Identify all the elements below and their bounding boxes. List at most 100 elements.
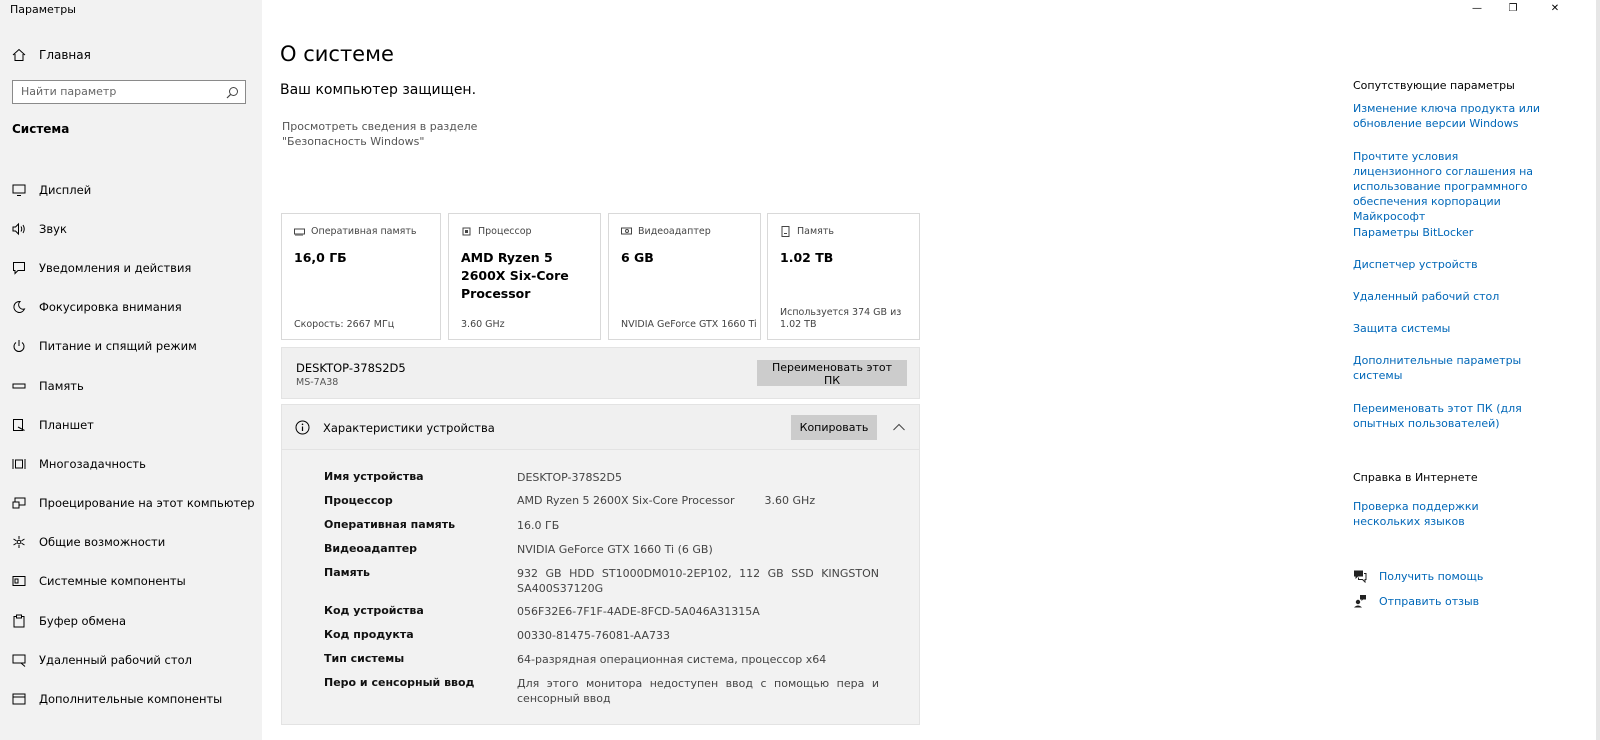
sidebar-item-label: Общие возможности <box>39 535 166 550</box>
spec-value-group: AMD Ryzen 5 2600X Six-Core Processor 3.6… <box>517 494 879 507</box>
sidebar-item-sound[interactable]: Звук <box>12 209 255 248</box>
link-remote-desktop[interactable]: Удаленный рабочий стол <box>1353 289 1543 304</box>
card-header: Видеоадаптер <box>621 226 711 237</box>
sidebar-item-label: Многозадачность <box>39 456 146 471</box>
sidebar-item-label: Проецирование на этот компьютер <box>39 496 255 511</box>
ram-card: Оперативная память 16,0 ГБ Скорость: 266… <box>281 213 441 340</box>
sidebar-item-label: Питание и спящий режим <box>39 339 197 354</box>
spec-label: Оперативная память <box>324 518 456 531</box>
nav-list: Дисплей Звук Уведомления и действия Фоку… <box>12 170 255 719</box>
section-title: Система <box>12 122 70 136</box>
sidebar-item-components[interactable]: Системные компоненты <box>12 562 255 601</box>
close-button[interactable]: ✕ <box>1540 0 1570 16</box>
card-label: Оперативная память <box>311 226 417 237</box>
sidebar-item-power[interactable]: Питание и спящий режим <box>12 327 255 366</box>
card-footer: Скорость: 2667 МГц <box>294 319 395 330</box>
disk-icon <box>781 226 790 237</box>
security-link[interactable]: Просмотреть сведения в разделе "Безопасн… <box>282 119 552 149</box>
sidebar-item-remote[interactable]: Удаленный рабочий стол <box>12 640 255 679</box>
sidebar-item-display[interactable]: Дисплей <box>12 170 255 209</box>
sidebar-item-notifications[interactable]: Уведомления и действия <box>12 248 255 287</box>
spec-row: Перо и сенсорный ввод Для этого монитора… <box>324 676 879 706</box>
components-icon <box>12 574 26 588</box>
spec-value-secondary: 3.60 GHz <box>764 494 816 507</box>
device-specs: Имя устройства DESKTOP-378S2D5 Процессор… <box>281 450 920 725</box>
minimize-button[interactable]: — <box>1462 0 1492 16</box>
scrollbar[interactable] <box>1596 0 1600 740</box>
sidebar-item-label: Фокусировка внимания <box>39 300 182 315</box>
sidebar-item-label: Дисплей <box>39 182 92 197</box>
sidebar-item-projecting[interactable]: Проецирование на этот компьютер <box>12 484 255 523</box>
sidebar-item-focus[interactable]: Фокусировка внимания <box>12 288 255 327</box>
rename-pc-button[interactable]: Переименовать этот ПК <box>757 360 907 387</box>
protection-heading: Ваш компьютер защищен. <box>280 82 477 98</box>
sidebar-item-shared[interactable]: Общие возможности <box>12 523 255 562</box>
get-help-label: Получить помощь <box>1379 569 1484 583</box>
spec-value: 64-разрядная операционная система, проце… <box>517 653 827 666</box>
search-icon[interactable] <box>226 86 239 99</box>
minimize-icon: — <box>1472 2 1482 14</box>
card-footer: NVIDIA GeForce GTX 1660 Ti <box>621 319 757 330</box>
spec-label: Тип системы <box>324 652 405 665</box>
search-input[interactable] <box>21 85 221 98</box>
spec-label: Перо и сенсорный ввод <box>324 676 475 689</box>
sidebar-item-label: Планшет <box>39 417 94 432</box>
spec-value: 056F32E6-7F1F-4ADE-8FCD-5A046A31315A <box>517 605 760 618</box>
chevron-up-icon[interactable] <box>892 421 906 433</box>
link-language-support[interactable]: Проверка поддержки нескольких языков <box>1353 499 1543 529</box>
sidebar-item-storage[interactable]: Память <box>12 366 255 405</box>
power-icon <box>12 339 26 353</box>
get-help-link[interactable]: Получить помощь <box>1353 569 1483 583</box>
spec-row: Память 932 GB HDD ST1000DM010-2EP102, 11… <box>324 566 879 596</box>
tablet-icon <box>12 418 26 432</box>
spec-value: 00330-81475-76081-AA733 <box>517 629 670 642</box>
spec-row: Видеоадаптер NVIDIA GeForce GTX 1660 Ti … <box>324 542 879 557</box>
link-system-protection[interactable]: Защита системы <box>1353 321 1543 336</box>
storage-icon <box>12 379 26 393</box>
spec-value: 932 GB HDD ST1000DM010-2EP102, 112 GB SS… <box>517 567 879 595</box>
feedback-label: Отправить отзыв <box>1379 594 1480 608</box>
shared-icon <box>12 535 26 549</box>
ram-icon <box>294 228 305 236</box>
notification-icon <box>12 261 26 275</box>
feedback-link[interactable]: Отправить отзыв <box>1353 594 1479 608</box>
spec-row: Имя устройства DESKTOP-378S2D5 <box>324 470 879 485</box>
online-help-title: Справка в Интернете <box>1353 471 1478 484</box>
gpu-card: Видеоадаптер 6 GB NVIDIA GeForce GTX 166… <box>608 213 761 340</box>
spec-label: Память <box>324 566 371 579</box>
copy-button[interactable]: Копировать <box>791 415 877 440</box>
device-specs-header[interactable]: Характеристики устройства Копировать <box>281 404 920 450</box>
link-product-key[interactable]: Изменение ключа продукта или обновление … <box>1353 101 1543 131</box>
sidebar-item-optional[interactable]: Дополнительные компоненты <box>12 679 255 718</box>
spec-label: Код продукта <box>324 628 414 641</box>
sidebar-item-multitasking[interactable]: Многозадачность <box>12 444 255 483</box>
sidebar: Параметры Главная Система Дисплей Звук У… <box>0 0 262 740</box>
card-label: Видеоадаптер <box>638 226 711 237</box>
link-bitlocker[interactable]: Параметры BitLocker <box>1353 225 1543 240</box>
link-rename-advanced[interactable]: Переименовать этот ПК (для опытных польз… <box>1353 401 1543 431</box>
related-settings-title: Сопутствующие параметры <box>1353 79 1515 92</box>
spec-value: 16.0 ГБ <box>517 519 560 532</box>
card-value: 1.02 TB <box>780 250 834 265</box>
home-icon <box>12 48 26 62</box>
link-device-manager[interactable]: Диспетчер устройств <box>1353 257 1543 272</box>
sidebar-item-clipboard[interactable]: Буфер обмена <box>12 601 255 640</box>
optional-icon <box>12 692 26 706</box>
card-footer: 3.60 GHz <box>461 319 505 330</box>
spec-label: Видеоадаптер <box>324 542 418 555</box>
card-header: Процессор <box>461 226 532 237</box>
sidebar-item-tablet[interactable]: Планшет <box>12 405 255 444</box>
search-box[interactable] <box>12 80 246 104</box>
link-license-terms[interactable]: Прочтите условия лицензионного соглашени… <box>1353 149 1543 224</box>
cpu-card: Процессор AMD Ryzen 5 2600X Six-Core Pro… <box>448 213 601 340</box>
storage-card: Память 1.02 TB Используется 374 GB из 1.… <box>767 213 920 340</box>
clipboard-icon <box>12 614 26 628</box>
card-header: Память <box>780 226 834 237</box>
sidebar-home[interactable]: Главная <box>12 46 91 64</box>
app-title: Параметры <box>10 3 76 16</box>
spec-value: Для этого монитора недоступен ввод с пом… <box>517 677 879 705</box>
restore-button[interactable]: ❐ <box>1498 0 1528 16</box>
link-advanced-settings[interactable]: Дополнительные параметры системы <box>1353 353 1543 383</box>
spec-label: Код устройства <box>324 604 424 617</box>
processor-icon <box>462 227 471 236</box>
